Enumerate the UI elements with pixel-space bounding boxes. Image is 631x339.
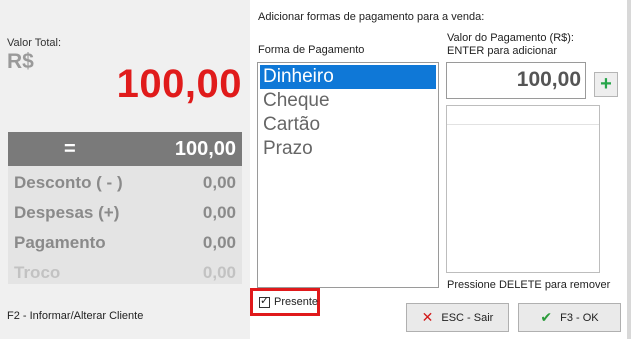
- totals-box: = 100,00 Desconto ( - ) 0,00 Despesas (+…: [8, 132, 242, 284]
- add-payment-button[interactable]: +: [594, 72, 618, 97]
- esc-button-label: ESC - Sair: [441, 311, 494, 324]
- payment-option-prazo[interactable]: Prazo: [260, 137, 436, 161]
- window-edge: [627, 0, 631, 339]
- forma-pagamento-label: Forma de Pagamento: [258, 44, 365, 56]
- list-header-divider: [447, 124, 599, 125]
- valor-pagamento-label-group: Valor do Pagamento (R$): ENTER para adic…: [447, 32, 574, 58]
- payment-option-dinheiro[interactable]: Dinheiro: [260, 65, 436, 89]
- equals-label: =: [64, 138, 76, 160]
- payment-option-cartao[interactable]: Cartão: [260, 113, 436, 137]
- equals-value: 100,00: [174, 138, 236, 160]
- payment-amount-input[interactable]: 100,00: [446, 62, 586, 99]
- currency-label: R$: [7, 50, 34, 73]
- troco-label: Troco: [14, 263, 61, 282]
- esc-exit-button[interactable]: ✕ ESC - Sair: [406, 303, 509, 332]
- payment-method-list[interactable]: Dinheiro Cheque Cartão Prazo: [257, 62, 439, 288]
- total-value: 100,00: [116, 62, 242, 106]
- delete-hint: Pressione DELETE para remover: [447, 279, 611, 291]
- ok-button-label: F3 - OK: [560, 311, 599, 324]
- valor-pagamento-label: Valor do Pagamento (R$):: [447, 32, 574, 44]
- presente-checkbox[interactable]: ✓: [259, 295, 270, 308]
- presente-label[interactable]: Presente: [274, 296, 318, 308]
- close-icon: ✕: [421, 309, 434, 325]
- pagamento-value: 0,00: [202, 233, 236, 252]
- f2-client-hint: F2 - Informar/Alterar Cliente: [7, 310, 144, 322]
- check-icon: ✔: [540, 309, 553, 325]
- f3-ok-button[interactable]: ✔ F3 - OK: [518, 303, 621, 332]
- troco-value: 0,00: [202, 263, 236, 282]
- checkmark-icon: ✓: [260, 295, 270, 307]
- equals-bar: = 100,00: [8, 132, 242, 166]
- enter-hint: ENTER para adicionar: [447, 45, 558, 57]
- despesas-value: 0,00: [202, 203, 236, 222]
- summary-panel: Valor Total: R$ 100,00 = 100,00 Desconto…: [0, 0, 250, 339]
- valor-total-label: Valor Total:: [7, 37, 62, 49]
- add-payments-header: Adicionar formas de pagamento para a ven…: [258, 11, 485, 23]
- presente-checkbox-highlight: ✓ Presente: [250, 288, 320, 316]
- added-payments-list[interactable]: [446, 105, 600, 273]
- desconto-label: Desconto ( - ): [14, 173, 123, 192]
- payment-option-cheque[interactable]: Cheque: [260, 89, 436, 113]
- plus-icon: +: [600, 73, 612, 95]
- pagamento-label: Pagamento: [14, 233, 106, 252]
- desconto-value: 0,00: [202, 173, 236, 192]
- despesas-label: Despesas (+): [14, 203, 120, 222]
